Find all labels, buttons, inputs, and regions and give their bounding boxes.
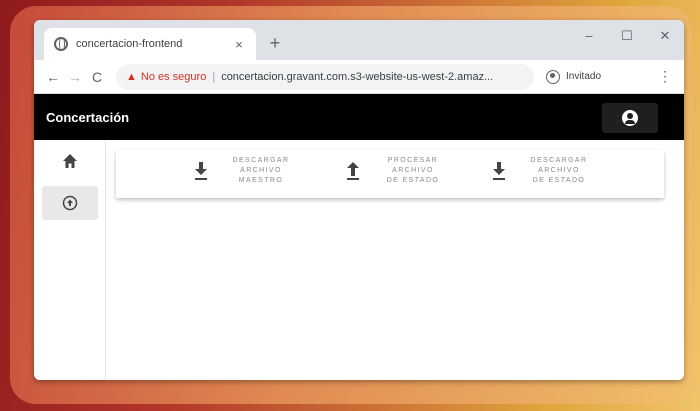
browser-menu-button[interactable]: ⋮ bbox=[658, 68, 672, 85]
download-icon bbox=[194, 162, 208, 180]
process-state-file-button[interactable]: PROCESAR ARCHIVO DE ESTADO bbox=[346, 156, 450, 186]
action-label: DESCARGAR ARCHIVO DE ESTADO bbox=[530, 157, 588, 184]
sidebar-item-home[interactable] bbox=[42, 144, 98, 178]
download-master-file-button[interactable]: DESCARGAR ARCHIVO MAESTRO bbox=[194, 156, 298, 186]
browser-window: concertacion-frontend × + – ☐ ✕ ← → C ▲ … bbox=[34, 20, 684, 380]
warning-icon: ▲ bbox=[126, 70, 137, 83]
minimize-button[interactable]: – bbox=[574, 28, 604, 43]
back-button[interactable]: ← bbox=[42, 69, 64, 85]
action-label: DESCARGAR ARCHIVO MAESTRO bbox=[232, 157, 290, 184]
tab-close-button[interactable]: × bbox=[232, 37, 246, 52]
action-label: PROCESAR ARCHIVO DE ESTADO bbox=[386, 157, 440, 184]
download-icon bbox=[492, 162, 506, 180]
forward-button[interactable]: → bbox=[64, 69, 86, 85]
home-icon bbox=[63, 154, 77, 168]
globe-icon bbox=[54, 37, 68, 51]
download-state-file-button[interactable]: DESCARGAR ARCHIVO DE ESTADO bbox=[492, 156, 596, 186]
main-content: DESCARGAR ARCHIVO MAESTRO PROCESAR ARCHI… bbox=[34, 140, 684, 380]
account-circle-icon bbox=[622, 110, 638, 126]
app-title: Concertación bbox=[46, 109, 130, 125]
reload-button[interactable]: C bbox=[86, 69, 108, 85]
profile-label: Invitado bbox=[566, 71, 602, 82]
address-bar[interactable]: ▲ No es seguro | concertacion.gravant.co… bbox=[116, 63, 534, 90]
upload-circle-icon bbox=[62, 195, 78, 211]
close-window-button[interactable]: ✕ bbox=[650, 28, 680, 44]
address-bar-row: ← → C ▲ No es seguro | concertacion.grav… bbox=[34, 60, 684, 94]
upload-icon bbox=[346, 162, 360, 180]
file-actions-toolbar: DESCARGAR ARCHIVO MAESTRO PROCESAR ARCHI… bbox=[116, 150, 664, 198]
profile-button[interactable]: Invitado bbox=[546, 69, 602, 84]
profile-icon bbox=[546, 69, 560, 84]
tab-strip: concertacion-frontend × + – ☐ ✕ bbox=[34, 20, 684, 60]
app-bar: Concertación bbox=[34, 94, 684, 140]
sidebar bbox=[34, 140, 106, 380]
security-status[interactable]: No es seguro bbox=[141, 71, 206, 83]
address-separator: | bbox=[212, 70, 216, 83]
new-tab-button[interactable]: + bbox=[264, 32, 286, 54]
maximize-button[interactable]: ☐ bbox=[612, 28, 642, 44]
account-button[interactable] bbox=[602, 103, 658, 133]
url-text[interactable]: concertacion.gravant.com.s3-website-us-w… bbox=[221, 71, 493, 83]
sidebar-item-concertacion[interactable] bbox=[42, 186, 98, 220]
tab-title: concertacion-frontend bbox=[76, 38, 183, 50]
browser-tab[interactable]: concertacion-frontend × bbox=[44, 28, 256, 60]
